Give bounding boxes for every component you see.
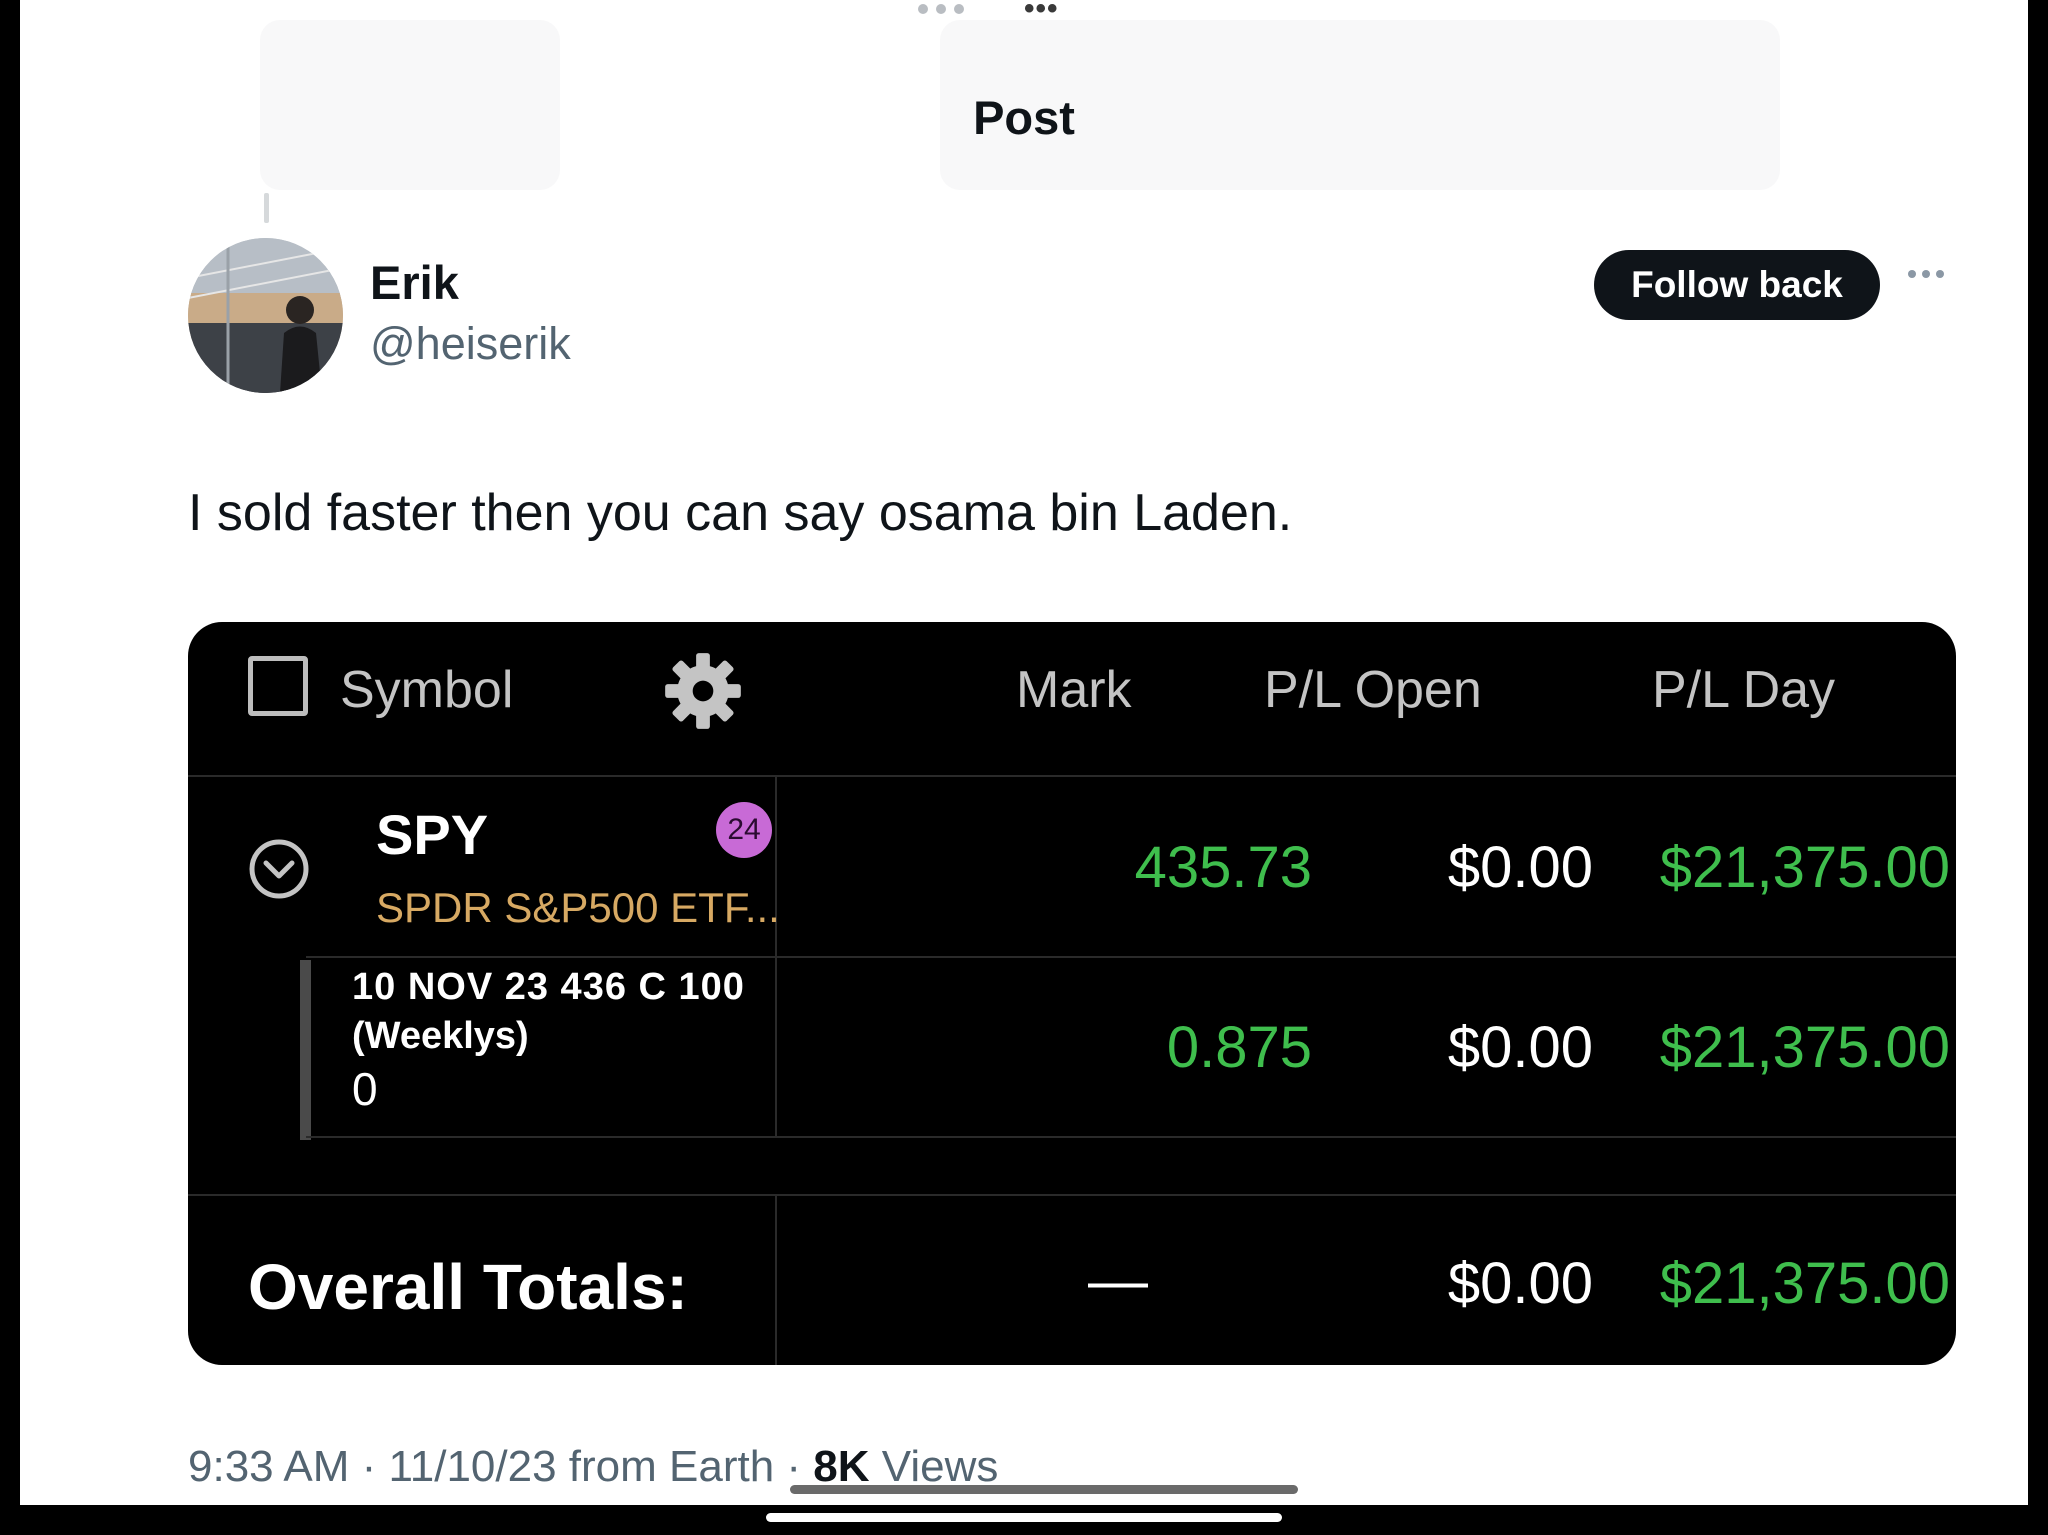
post-date: 11/10/23: [388, 1442, 557, 1491]
column-pl-open: P/L Open: [1264, 661, 1482, 719]
position-count-badge: 24: [716, 802, 772, 858]
position-mark: 435.73: [1134, 835, 1312, 900]
leg-contract: 10 NOV 23 436 C 100: [352, 966, 745, 1008]
column-pl-day: P/L Day: [1652, 661, 1836, 719]
position-description: SPDR S&P500 ETF...: [376, 884, 780, 931]
leg-quantity: 0: [352, 1063, 378, 1115]
divider: [775, 1196, 777, 1365]
author-handle[interactable]: @heiserik: [370, 318, 571, 370]
position-pl-day: $21,375.00: [1659, 835, 1950, 900]
position-symbol: SPY: [376, 803, 489, 866]
views-count[interactable]: 8K: [813, 1442, 869, 1491]
totals-label: Overall Totals:: [248, 1251, 688, 1323]
divider: [306, 956, 1956, 958]
post-screen: ••• Post Erik @heiserik Follow back I so…: [20, 0, 2028, 1505]
status-more-icon: •••: [1024, 0, 1059, 25]
leg-indicator: [300, 960, 311, 1140]
gear-icon: [665, 653, 741, 729]
post-time: 9:33 AM: [188, 1442, 350, 1491]
chevron-down-icon: [249, 839, 309, 899]
follow-back-button[interactable]: Follow back: [1594, 250, 1880, 320]
home-indicator: [790, 1485, 1298, 1494]
post-text: I sold faster then you can say osama bin…: [188, 484, 1293, 542]
avatar-photo-icon: [188, 238, 343, 393]
position-pl-open: $0.00: [1447, 835, 1593, 900]
totals-mark: —: [1088, 1247, 1148, 1314]
positions-screenshot: Symbol Mark P/L Open P/L Day SPY 24 SPDR…: [188, 622, 1956, 1365]
column-mark: Mark: [1016, 661, 1132, 719]
leg-pl-day: $21,375.00: [1659, 1015, 1950, 1080]
select-all-checkbox: [248, 656, 308, 716]
table-header: Symbol Mark P/L Open P/L Day: [188, 622, 1956, 777]
home-indicator: [766, 1513, 1282, 1522]
leg-series: (Weeklys): [352, 1015, 529, 1057]
more-options-icon[interactable]: [1908, 270, 1944, 278]
totals-pl-day: $21,375.00: [1659, 1251, 1950, 1316]
page-indicator-dots: [918, 4, 964, 14]
avatar[interactable]: [188, 238, 343, 393]
author-name[interactable]: Erik: [370, 255, 459, 310]
divider: [306, 1136, 1956, 1138]
divider: [188, 775, 1956, 777]
thread-line: [264, 193, 269, 223]
leg-pl-open: $0.00: [1447, 1015, 1593, 1080]
page-title: Post: [973, 91, 1075, 144]
totals-pl-open: $0.00: [1447, 1251, 1593, 1316]
column-symbol: Symbol: [340, 661, 514, 719]
views-label[interactable]: Views: [882, 1442, 999, 1491]
divider: [188, 1194, 1956, 1196]
post-source: from Earth: [568, 1442, 775, 1491]
leg-mark: 0.875: [1166, 1015, 1312, 1080]
